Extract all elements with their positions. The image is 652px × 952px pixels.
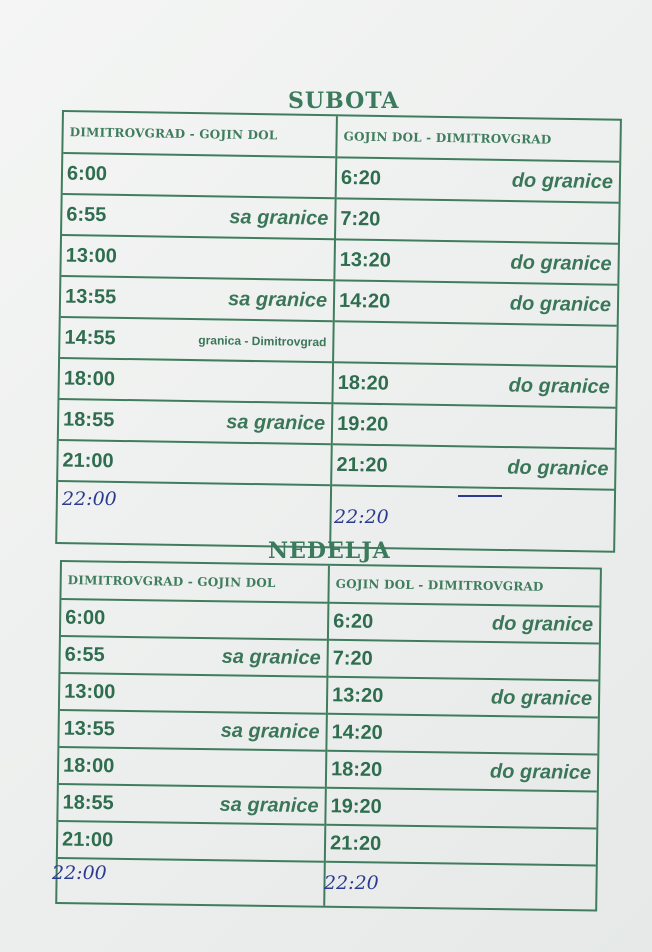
- departure-time: 18:00: [63, 367, 116, 390]
- subota-left-row-3: 13:00: [61, 236, 334, 282]
- nedelja-right-row-4: 14:20: [327, 714, 598, 756]
- route-note: do granice: [507, 456, 609, 480]
- subota-left-column: DIMITROVGRAD - GOJIN DOL 6:00 6:55 sa gra…: [57, 112, 336, 546]
- departure-time: 18:20: [337, 371, 390, 395]
- nedelja-handwritten-left-time: 22:00: [52, 862, 107, 884]
- subota-right-row-4: 14:20 do granice: [334, 281, 618, 327]
- nedelja-right-row-7: 21:20: [325, 825, 597, 867]
- nedelja-right-header: GOJIN DOL - DIMITROVGRAD: [329, 565, 600, 608]
- nedelja-left-header: DIMITROVGRAD - GOJIN DOL: [61, 562, 328, 604]
- route-note: sa granice: [221, 645, 321, 669]
- nedelja-right-row-1: 6:20 do granice: [328, 603, 600, 645]
- departure-time: 21:20: [336, 453, 388, 477]
- route-note: sa granice: [225, 410, 326, 435]
- nedelja-left-row-5: 18:00: [58, 748, 326, 789]
- subota-handwritten-left-time: 22:00: [62, 488, 117, 510]
- nedelja-left-column: DIMITROVGRAD - GOJIN DOL 6:00 6:55 sa gra…: [57, 562, 328, 906]
- route-note: granica - Dimitrovgrad: [198, 332, 327, 349]
- departure-time: 6:55: [66, 203, 107, 226]
- departure-time: 19:20: [336, 412, 389, 436]
- subota-right-column: GOJIN DOL - DIMITROVGRAD 6:20 do granice …: [329, 116, 620, 551]
- nedelja-left-row-6: 18:55 sa granice: [58, 785, 325, 826]
- departure-time: 7:20: [340, 207, 381, 231]
- route-note: do granice: [489, 760, 592, 784]
- route-note: sa granice: [219, 793, 319, 817]
- nedelja-left-row-2: 6:55 sa granice: [60, 637, 327, 678]
- subota-right-row-2: 7:20: [335, 199, 619, 245]
- route-note: do granice: [511, 169, 614, 193]
- subota-timetable: DIMITROVGRAD - GOJIN DOL 6:00 6:55 sa gra…: [55, 110, 622, 553]
- nedelja-left-row-7: 21:00: [57, 822, 325, 863]
- departure-time: 13:55: [64, 285, 117, 308]
- route-note: do granice: [490, 686, 593, 710]
- subota-right-row-3: 13:20 do granice: [335, 240, 618, 286]
- departure-time: 6:20: [340, 166, 382, 190]
- nedelja-handwritten-right-time: 22:20: [324, 872, 379, 894]
- route-note: do granice: [491, 612, 594, 636]
- departure-time: 6:00: [66, 162, 108, 185]
- route-note: do granice: [508, 374, 610, 398]
- subota-left-row-6: 18:00: [59, 359, 333, 405]
- route-note: do granice: [509, 292, 612, 316]
- departure-time: 13:00: [64, 680, 116, 703]
- subota-left-header: DIMITROVGRAD - GOJIN DOL: [63, 112, 336, 159]
- departure-time: 14:20: [331, 720, 383, 744]
- route-note: sa granice: [227, 287, 328, 312]
- departure-time: 21:20: [329, 831, 382, 855]
- departure-time: 14:20: [338, 289, 391, 313]
- departure-time: 18:55: [62, 408, 115, 431]
- subota-right-row-7: 19:20: [332, 404, 616, 450]
- subota-left-row-5: 14:55 granica - Dimitrovgrad: [60, 318, 333, 364]
- nedelja-right-row-6: 19:20: [326, 788, 597, 830]
- subota-right-row-8: 21:20 do granice: [332, 445, 615, 491]
- nedelja-title: NEDELJA: [268, 538, 391, 564]
- departure-time: 13:20: [331, 683, 384, 707]
- departure-time: 7:20: [332, 646, 373, 670]
- nedelja-left-row-3: 13:00: [59, 674, 327, 715]
- subota-left-row-1: 6:00: [62, 154, 336, 200]
- subota-right-header: GOJIN DOL - DIMITROVGRAD: [337, 116, 620, 163]
- nedelja-right-row-3: 13:20 do granice: [327, 677, 599, 719]
- subota-right-row-6: 18:20 do granice: [333, 363, 617, 409]
- subota-left-row-8: 21:00: [58, 440, 331, 487]
- paper-sheet: SUBOTA DIMITROVGRAD - GOJIN DOL 6:00 6:5…: [0, 0, 652, 952]
- subota-handwritten-right-time: 22:20: [334, 506, 389, 528]
- departure-time: 13:20: [339, 248, 392, 272]
- nedelja-right-row-2: 7:20: [328, 640, 599, 682]
- subota-right-row-5: [334, 322, 617, 368]
- departure-time: 14:55: [64, 326, 116, 349]
- nedelja-left-row-1: 6:00: [60, 600, 328, 641]
- subota-left-row-2: 6:55 sa granice: [62, 195, 335, 241]
- departure-time: 18:20: [330, 757, 383, 781]
- nedelja-left-row-4: 13:55 sa granice: [59, 711, 326, 752]
- nedelja-right-column: GOJIN DOL - DIMITROVGRAD 6:20 do granice …: [323, 565, 600, 910]
- subota-left-row-4: 13:55 sa granice: [60, 277, 334, 323]
- departure-time: 19:20: [330, 794, 382, 818]
- nedelja-right-row-5: 18:20 do granice: [326, 751, 598, 793]
- route-note: do granice: [510, 251, 612, 275]
- subota-left-row-7: 18:55 sa granice: [58, 399, 332, 446]
- departure-time: 13:00: [65, 244, 118, 267]
- departure-time: 6:55: [64, 643, 105, 666]
- pen-stroke: [458, 495, 502, 497]
- route-note: sa granice: [220, 719, 320, 743]
- departure-time: 6:00: [65, 606, 106, 629]
- departure-time: 6:20: [333, 609, 374, 633]
- subota-right-row-1: 6:20 do granice: [336, 158, 620, 204]
- departure-time: 21:00: [62, 449, 114, 472]
- subota-title: SUBOTA: [288, 88, 400, 114]
- departure-time: 21:00: [61, 828, 114, 851]
- departure-time: 13:55: [63, 717, 115, 740]
- departure-time: 18:55: [62, 791, 114, 814]
- departure-time: 18:00: [62, 754, 115, 777]
- route-note: sa granice: [229, 205, 329, 230]
- nedelja-timetable: DIMITROVGRAD - GOJIN DOL 6:00 6:55 sa gra…: [55, 560, 602, 912]
